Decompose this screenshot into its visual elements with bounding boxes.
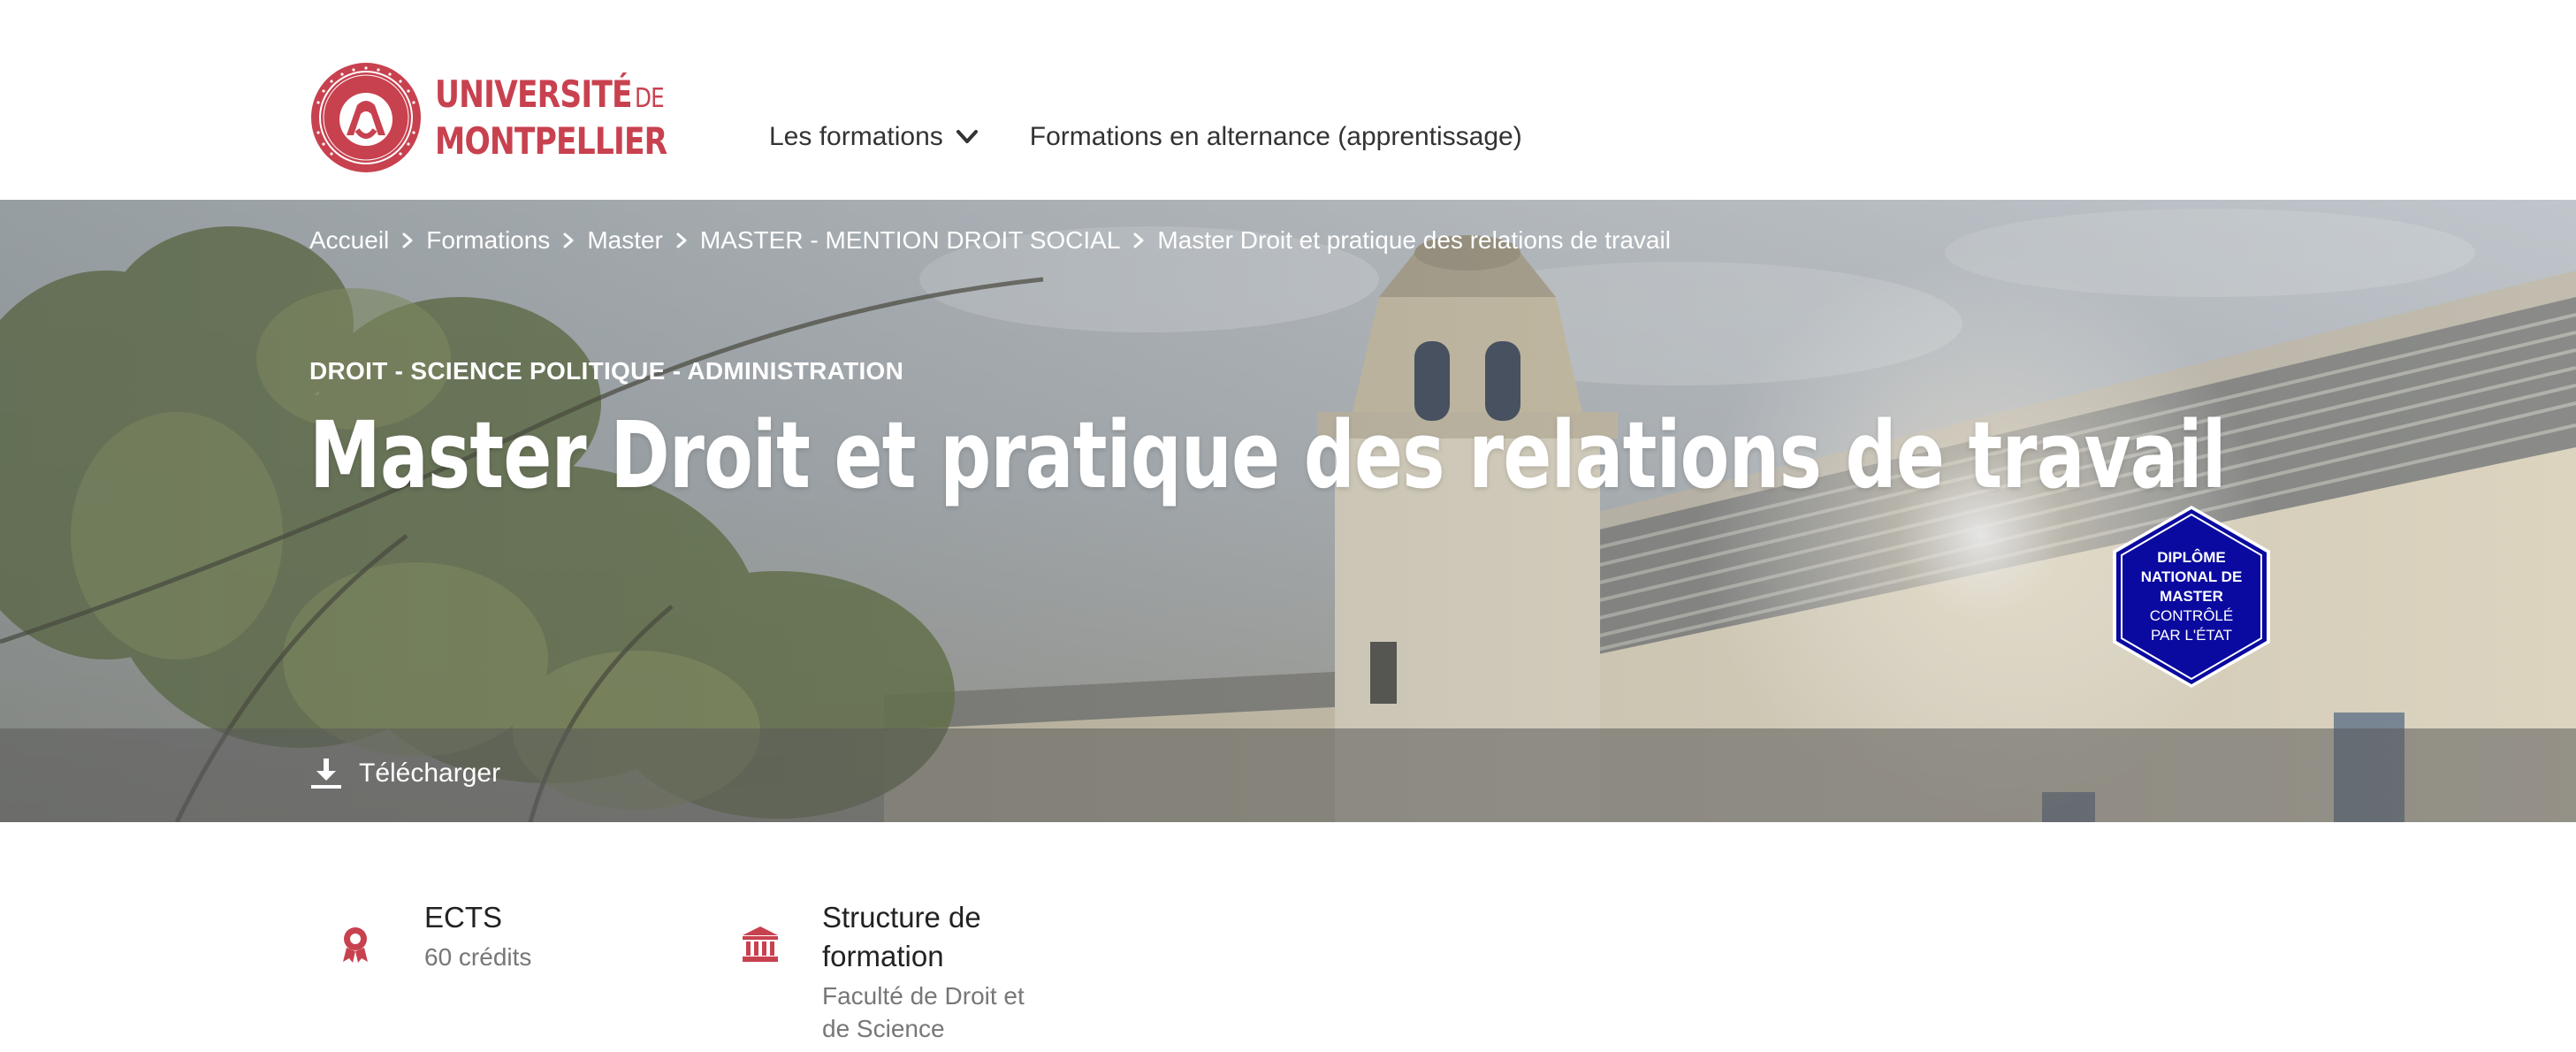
institution-icon <box>743 926 778 962</box>
breadcrumb: Accueil Formations Master MASTER - MENTI… <box>309 226 1671 255</box>
breadcrumb-item-accueil[interactable]: Accueil <box>309 226 389 255</box>
download-icon <box>311 759 341 789</box>
info-value: 60 crédits <box>424 943 532 971</box>
info-value: Faculté de Droit et de Science <box>822 982 1025 1042</box>
breadcrumb-item-current: Master Droit et pratique des relations d… <box>1157 226 1671 254</box>
site-header: UNIVERSITÉ DE MONTPELLIER Les formations … <box>0 0 2576 200</box>
chevron-right-icon <box>563 233 574 248</box>
award-icon <box>343 927 368 963</box>
download-button[interactable]: Télécharger <box>309 757 500 790</box>
info-item-structure: Structure de formation Faculté de Droit … <box>741 898 1025 1045</box>
main-nav: Les formations Formations en alternance … <box>769 122 1522 152</box>
chevron-right-icon <box>1133 233 1144 248</box>
breadcrumb-item-master[interactable]: Master <box>587 226 663 255</box>
key-info-section: ECTS 60 crédits Structure de formation F… <box>0 822 2576 1052</box>
hero-banner: Accueil Formations Master MASTER - MENTI… <box>0 200 2576 822</box>
info-label: ECTS <box>424 901 503 934</box>
hero-category: DROIT - SCIENCE POLITIQUE - ADMINISTRATI… <box>309 357 904 385</box>
university-logo[interactable]: UNIVERSITÉ DE MONTPELLIER <box>309 60 667 175</box>
badge-text: DIPLÔME NATIONAL DE MASTER CONTRÔLÉ PAR … <box>2140 549 2243 644</box>
breadcrumb-item-mention-droit-social[interactable]: MASTER - MENTION DROIT SOCIAL <box>700 226 1121 255</box>
page-title: Master Droit et pratique des relations d… <box>309 401 2227 509</box>
nav-item-label: Les formations <box>769 122 943 151</box>
breadcrumb-item-formations[interactable]: Formations <box>426 226 550 255</box>
chevron-down-icon <box>956 130 978 143</box>
university-seal-icon <box>311 63 421 172</box>
nav-item-les-formations[interactable]: Les formations <box>769 122 979 152</box>
logo-text: UNIVERSITÉ DE MONTPELLIER <box>435 72 667 163</box>
chevron-right-icon <box>676 233 687 248</box>
download-label: Télécharger <box>359 759 501 788</box>
download-bar: Télécharger <box>0 728 2576 822</box>
diplome-national-badge: DIPLÔME NATIONAL DE MASTER CONTRÔLÉ PAR … <box>2109 504 2274 690</box>
nav-item-formations-alternance[interactable]: Formations en alternance (apprentissage) <box>1030 122 1522 152</box>
info-item-ects: ECTS 60 crédits <box>336 898 531 973</box>
chevron-right-icon <box>402 233 413 248</box>
info-label: Structure de formation <box>822 901 981 972</box>
nav-item-label: Formations en alternance (apprentissage) <box>1029 122 1522 151</box>
